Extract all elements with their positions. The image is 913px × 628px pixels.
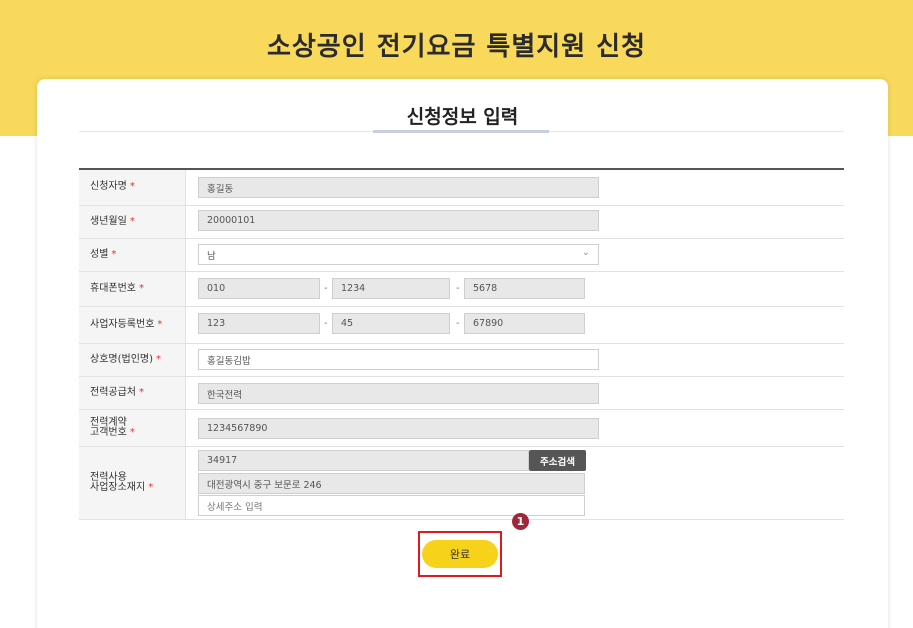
power-supplier-field[interactable]: 한국전력 bbox=[198, 383, 599, 404]
business-number-part1-field[interactable]: 123 bbox=[198, 313, 320, 334]
business-number-part2-field[interactable]: 45 bbox=[332, 313, 450, 334]
required-mark: * bbox=[111, 248, 117, 260]
applicant-name-field[interactable]: 홍길동 bbox=[198, 177, 599, 198]
row-contract-number: 전력계약 고객번호 * 1234567890 bbox=[79, 410, 844, 447]
gender-label: 성별 * bbox=[79, 239, 186, 271]
form-card: 신청정보 입력 신청자명 * 홍길동 생년월일 * 20000101 성별 * 남 ⌄ bbox=[37, 79, 888, 628]
business-number-separator: - bbox=[456, 318, 460, 329]
contract-number-field[interactable]: 1234567890 bbox=[198, 418, 599, 439]
required-mark: * bbox=[129, 427, 135, 438]
required-mark: * bbox=[148, 482, 154, 493]
detail-address-input[interactable]: 상세주소 입력 bbox=[198, 495, 585, 516]
phone-separator: - bbox=[456, 283, 460, 294]
section-title: 신청정보 입력 bbox=[406, 106, 519, 128]
page-title: 소상공인 전기요금 특별지원 신청 bbox=[266, 32, 647, 62]
contract-number-label: 전력계약 고객번호 * bbox=[79, 410, 186, 446]
company-name-input[interactable]: 홍길동김밥 bbox=[198, 349, 599, 370]
title-underline bbox=[373, 130, 549, 133]
required-mark: * bbox=[156, 353, 162, 365]
zipcode-field[interactable]: 34917 bbox=[198, 450, 529, 471]
address-search-button[interactable]: 주소검색 bbox=[529, 450, 586, 471]
row-power-supplier: 전력공급처 * 한국전력 bbox=[79, 377, 844, 410]
row-birth-date: 생년월일 * 20000101 bbox=[79, 206, 844, 239]
row-company-name: 상호명(법인명) * 홍길동김밥 bbox=[79, 344, 844, 377]
phone-part3-field[interactable]: 5678 bbox=[464, 278, 585, 299]
row-applicant-name: 신청자명 * 홍길동 bbox=[79, 170, 844, 206]
road-address-field[interactable]: 대전광역시 중구 보문로 246 bbox=[198, 473, 585, 494]
business-number-label: 사업자등록번호 * bbox=[79, 307, 186, 343]
row-business-number: 사업자등록번호 * 123 - 45 - 67890 bbox=[79, 307, 844, 344]
phone-label: 휴대폰번호 * bbox=[79, 272, 186, 306]
required-mark: * bbox=[139, 386, 144, 398]
phone-part1-field[interactable]: 010 bbox=[198, 278, 320, 299]
row-business-address: 전력사용 사업장소재지 * 34917 주소검색 대전광역시 중구 보문로 246… bbox=[79, 447, 844, 520]
row-gender: 성별 * 남 ⌄ bbox=[79, 239, 844, 272]
birth-date-label: 생년월일 * bbox=[79, 206, 186, 238]
phone-separator: - bbox=[324, 283, 328, 294]
required-mark: * bbox=[139, 282, 144, 294]
required-mark: * bbox=[129, 181, 135, 193]
required-mark: * bbox=[157, 318, 163, 330]
company-name-label: 상호명(법인명) * bbox=[79, 344, 186, 376]
step-badge: 1 bbox=[512, 513, 529, 530]
birth-date-field[interactable]: 20000101 bbox=[198, 210, 599, 231]
business-number-separator: - bbox=[324, 318, 328, 329]
business-address-label: 전력사용 사업장소재지 * bbox=[79, 447, 186, 519]
applicant-name-label: 신청자명 * bbox=[79, 170, 186, 205]
row-phone: 휴대폰번호 * 010 - 1234 - 5678 bbox=[79, 272, 844, 307]
required-mark: * bbox=[129, 215, 135, 227]
power-supplier-label: 전력공급처 * bbox=[79, 377, 186, 409]
gender-select[interactable]: 남 ⌄ bbox=[198, 244, 599, 265]
done-button[interactable]: 완료 bbox=[422, 540, 498, 568]
phone-part2-field[interactable]: 1234 bbox=[332, 278, 450, 299]
chevron-down-icon: ⌄ bbox=[581, 247, 590, 258]
business-number-part3-field[interactable]: 67890 bbox=[464, 313, 585, 334]
